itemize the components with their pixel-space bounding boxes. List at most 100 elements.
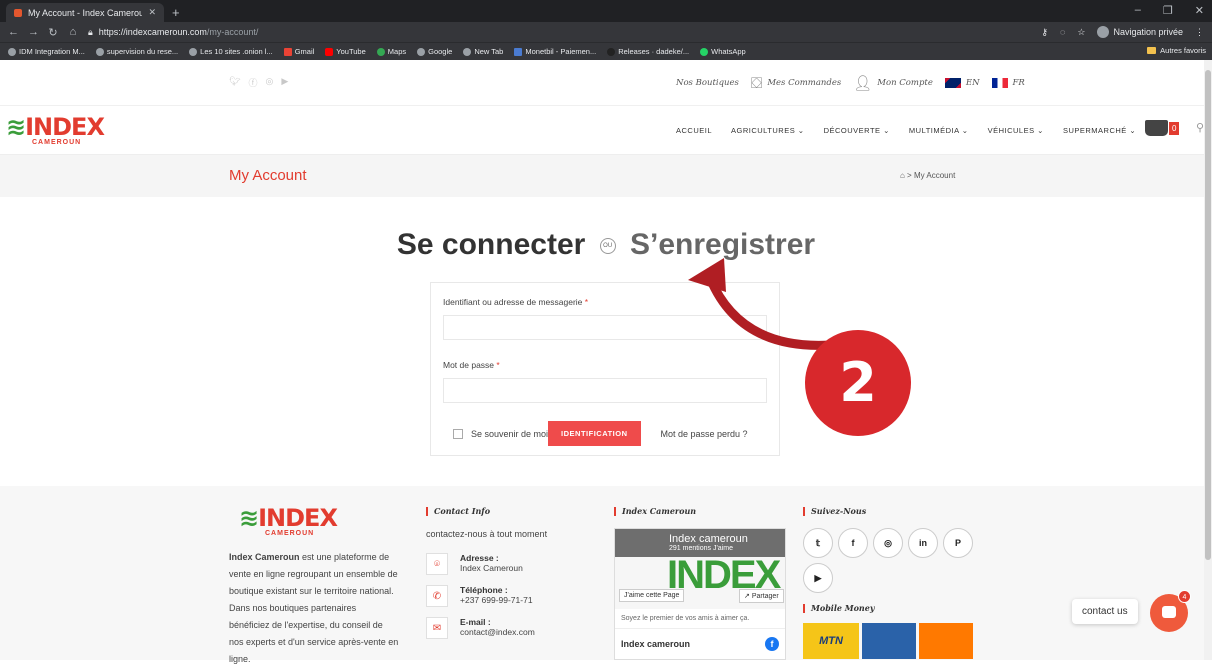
follow-heading: Suivez-Nous [811,506,867,516]
globe-icon [189,47,198,56]
bookmark-item[interactable]: IDM Integration M... [8,47,85,56]
contact-us-label[interactable]: contact us [1072,599,1138,624]
browser-tab[interactable]: My Account - Index Cameroun ✕ [6,3,164,22]
bookmark-item[interactable]: Maps [376,47,406,56]
mon-compte-link[interactable]: 👤︎ Mon Compte [853,74,933,92]
other-bookmarks[interactable]: Autres favoris [1141,46,1206,55]
chat-notification-badge: 4 [1178,590,1191,603]
youtube-icon[interactable]: ▶ [803,563,833,593]
private-profile[interactable]: Navigation privée [1097,26,1183,38]
eye-off-icon[interactable]: ◌ [1060,27,1065,37]
fb-subtext: Soyez le premier de vos amis à aimer ça. [615,609,785,629]
close-tab-icon[interactable]: ✕ [148,7,156,18]
pinterest-icon[interactable]: P [943,528,973,558]
facebook-icon[interactable]: f [838,528,868,558]
lang-en-link[interactable]: EN [944,78,980,88]
logo-text: INDEX [25,112,105,141]
bookmark-item[interactable]: New Tab [463,47,503,56]
logo-mark-icon: ≋ [6,112,26,141]
lang-fr-link[interactable]: FR [991,78,1025,88]
mobile-money-logos: MTN [803,623,983,659]
back-icon[interactable]: ← [8,26,19,38]
fb-share-label: Partager [751,593,779,600]
remember-checkbox[interactable] [453,428,463,439]
top-links: Nos Boutiques ⛋ Mes Commandes 👤︎ Mon Compt… [676,60,1025,106]
menu-kebab-icon[interactable]: ⋮ [1195,27,1204,38]
footer-follow: Suivez-Nous 𝕥 f ◎ in P ▶ Mobile Money MT… [803,506,983,659]
password-input[interactable] [443,378,767,403]
login-button[interactable]: IDENTIFICATION [548,421,641,446]
bookmark-item[interactable]: Releases · dadeke/... [607,47,689,56]
linkedin-icon[interactable]: in [908,528,938,558]
close-window-icon[interactable]: ✕ [1195,4,1204,17]
scrollbar-thumb[interactable] [1205,70,1211,560]
reload-icon[interactable]: ↻ [48,26,58,39]
fb-post-name[interactable]: Index cameroun [621,639,690,649]
basket-icon [1145,120,1168,136]
footer-logo[interactable]: ≋INDEX CAMEROUN [239,506,399,537]
facebook-icon[interactable]: ⓕ [248,76,257,89]
site-logo[interactable]: ≋INDEX CAMEROUN [6,112,105,146]
bookmark-item[interactable]: YouTube [325,47,366,56]
login-tab[interactable]: Se connecter [397,228,585,261]
bookmark-item[interactable]: Google [417,47,452,56]
fb-page-name[interactable]: Index cameroun [669,533,748,545]
contact-address: ⌾ Adresse : Index Cameroun [426,553,596,575]
star-icon[interactable]: ☆ [1077,27,1085,38]
required-mark: * [496,360,500,370]
bookmark-label: Gmail [294,47,315,56]
remember-label[interactable]: Se souvenir de moi [471,429,548,439]
email-label: E-mail : [460,617,491,627]
google-icon [95,47,104,56]
uk-flag-icon [944,78,961,88]
menu-item-multimedia[interactable]: MULTIMÉDIA ⌄ [909,126,969,135]
search-icon[interactable]: ⚲ [1196,121,1204,134]
minimize-icon[interactable]: – [1135,4,1141,17]
maps-icon [376,47,385,56]
instagram-icon[interactable]: ◎ [265,76,273,89]
bookmark-label: supervision du rese... [106,47,179,56]
url-field[interactable]: 🔒︎ https://indexcameroun.com/my-account/ [88,27,1031,38]
bookmark-item[interactable]: WhatsApp [700,47,746,56]
breadcrumb[interactable]: ⌂ > My Account [900,171,955,180]
youtube-icon[interactable]: ▶ [281,76,288,89]
menu-item-vehicules[interactable]: VÉHICULES ⌄ [988,126,1044,135]
mes-commandes-link[interactable]: ⛋ Mes Commandes [751,74,841,92]
new-tab-icon[interactable]: + [172,5,180,20]
key-icon[interactable]: ⚷ [1041,27,1048,38]
restore-icon[interactable]: ❐ [1163,4,1173,17]
facebook-widget[interactable]: Index cameroun 291 mentions J'aime INDEX… [614,528,786,660]
twitter-icon[interactable]: 🐦︎ [229,76,240,89]
cart-button[interactable]: 0 [1145,120,1180,136]
fb-like-button[interactable]: J'aime cette Page [619,589,685,602]
incognito-icon [1097,26,1110,38]
menu-item-supermarche[interactable]: SUPERMARCHÉ ⌄ [1063,126,1136,135]
bookmark-item[interactable]: supervision du rese... [95,47,179,56]
lost-password-link[interactable]: Mot de passe perdu ? [661,429,748,439]
chat-launcher-button[interactable]: 4 [1150,590,1191,632]
fr-flag-icon [991,78,1008,88]
required-mark: * [584,297,589,307]
home-icon[interactable]: ⌂ [68,26,78,38]
fb-share-button[interactable]: ↗ Partager [739,589,784,603]
menu-item-agricultures[interactable]: AGRICULTURES ⌄ [731,126,805,135]
email-value[interactable]: contact@index.com [460,627,535,637]
forward-icon[interactable]: → [28,26,39,38]
bookmark-item[interactable]: Gmail [283,47,315,56]
phone-value[interactable]: +237 699-99-71-71 [460,595,533,605]
facebook-icon[interactable]: f [765,637,779,651]
nos-boutiques-link[interactable]: Nos Boutiques [676,78,739,88]
globe-icon [463,47,472,56]
bookmark-label: IDM Integration M... [19,47,85,56]
bookmark-item[interactable]: Les 10 sites .onion l... [189,47,273,56]
user-icon: 👤︎ [853,74,873,92]
footer-about: ≋INDEX CAMEROUN Index Cameroun est une p… [229,506,399,668]
about-bold: Index Cameroun [229,552,300,562]
instagram-icon[interactable]: ◎ [873,528,903,558]
page-scrollbar[interactable] [1204,60,1212,660]
chat-bubble-icon [1162,606,1176,618]
menu-item-accueil[interactable]: ACCUEIL [676,126,712,135]
menu-item-decouverte[interactable]: DÉCOUVERTE ⌄ [824,126,890,135]
twitter-icon[interactable]: 𝕥 [803,528,833,558]
bookmark-item[interactable]: Monetbil - Paiemen... [514,47,596,56]
